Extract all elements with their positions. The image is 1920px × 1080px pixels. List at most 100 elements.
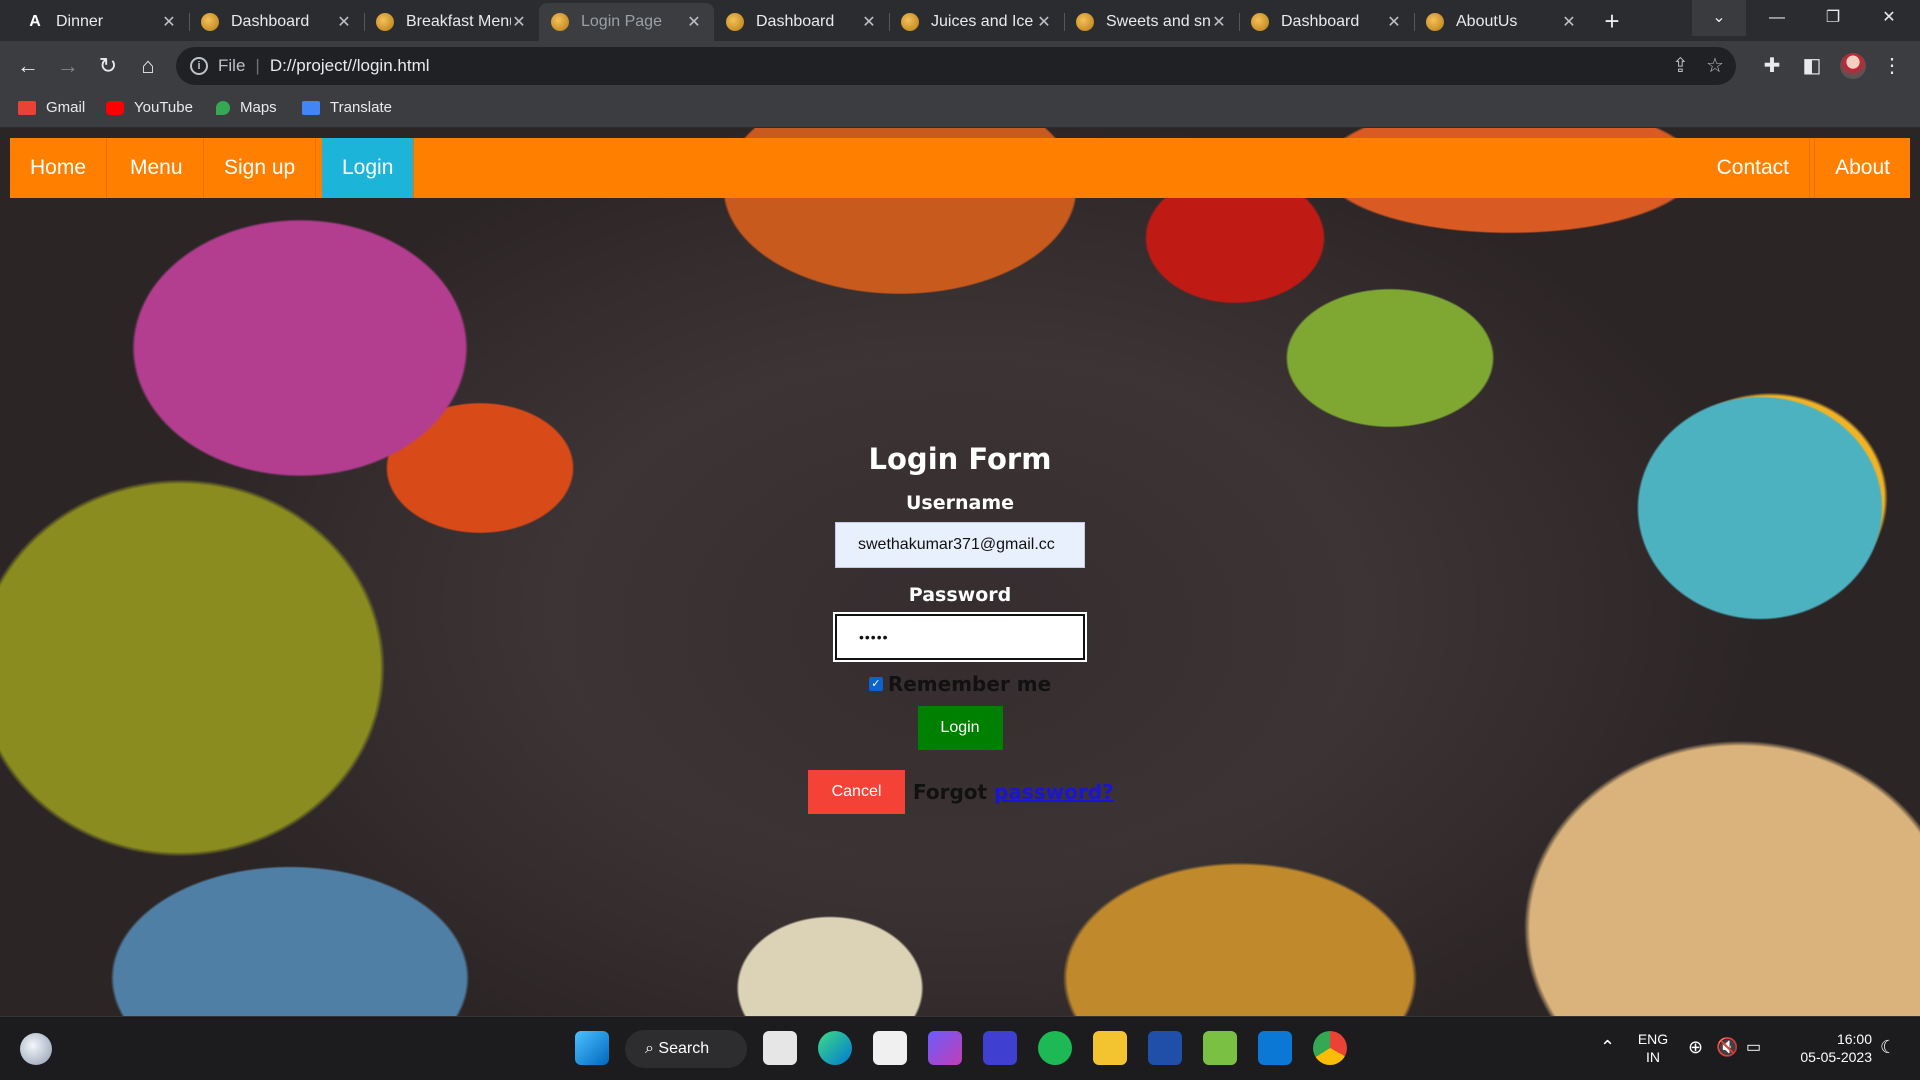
- tab-dashboard[interactable]: Dashboard ✕: [1239, 3, 1414, 41]
- home-icon[interactable]: ⌂: [132, 50, 164, 82]
- translate-icon: [302, 100, 320, 115]
- reload-icon[interactable]: ↻: [92, 50, 124, 82]
- bookmark-translate[interactable]: Translate: [302, 99, 392, 116]
- tab-dinner[interactable]: A Dinner ✕: [14, 3, 189, 41]
- task-view-icon[interactable]: [763, 1031, 797, 1065]
- close-window-button[interactable]: ✕: [1862, 0, 1916, 36]
- spotify-icon[interactable]: [1038, 1031, 1072, 1065]
- bookmark-star-icon[interactable]: ☆: [1706, 53, 1724, 78]
- tab-title: AboutUs: [1456, 13, 1518, 30]
- forgot-password-link[interactable]: password?: [994, 780, 1114, 804]
- close-icon[interactable]: ✕: [511, 12, 527, 32]
- close-icon[interactable]: ✕: [1211, 12, 1227, 32]
- copilot-icon[interactable]: [928, 1031, 962, 1065]
- close-icon[interactable]: ✕: [161, 12, 177, 32]
- network-icon[interactable]: ⊕: [1688, 1037, 1703, 1058]
- tab-login-page[interactable]: Login Page ✕: [539, 3, 714, 41]
- nav-menu[interactable]: Menu: [110, 138, 204, 198]
- close-icon[interactable]: ✕: [1561, 12, 1577, 32]
- tab-search-button[interactable]: ⌄: [1692, 0, 1746, 36]
- tab-title: Breakfast Menu: [406, 13, 511, 30]
- login-button[interactable]: Login: [917, 706, 1003, 750]
- battery-icon[interactable]: ▭: [1746, 1037, 1761, 1057]
- gmail-icon: [18, 100, 36, 115]
- notification-icon[interactable]: ☾: [1880, 1037, 1896, 1058]
- notes-app-icon[interactable]: [983, 1031, 1017, 1065]
- profile-avatar[interactable]: [1840, 53, 1866, 79]
- nav-contact[interactable]: Contact: [1697, 138, 1810, 198]
- chevron-up-icon[interactable]: ⌃: [1600, 1037, 1615, 1058]
- nav-login[interactable]: Login: [322, 138, 415, 198]
- file-explorer-icon[interactable]: [1093, 1031, 1127, 1065]
- browser-toolbar: ← → ↻ ⌂ i File | D://project//login.html…: [0, 41, 1920, 91]
- login-form: Login Form Username Password ✓ Remember …: [760, 428, 1160, 814]
- clock[interactable]: 16:00 05-05-2023: [1784, 1030, 1872, 1066]
- tab-breakfast-menu[interactable]: Breakfast Menu ✕: [364, 3, 539, 41]
- close-icon[interactable]: ✕: [686, 12, 702, 32]
- store-icon[interactable]: [873, 1031, 907, 1065]
- form-title: Login Form: [868, 442, 1052, 476]
- address-divider: |: [255, 56, 260, 75]
- close-icon[interactable]: ✕: [1386, 12, 1402, 32]
- side-panel-icon[interactable]: ◧: [1796, 50, 1828, 82]
- windows-start-icon[interactable]: [575, 1031, 609, 1065]
- address-url: D://project//login.html: [269, 56, 430, 75]
- chrome-icon[interactable]: [1313, 1031, 1347, 1065]
- close-icon[interactable]: ✕: [336, 12, 352, 32]
- windows-taskbar: ⌕ Search ⌃ ENG IN ⊕ 🔇 ▭ 16:00 05-05-2023…: [0, 1016, 1920, 1080]
- tab-dashboard[interactable]: Dashboard ✕: [189, 3, 364, 41]
- tab-title: Juices and Ice: [931, 13, 1034, 30]
- bookmark-maps[interactable]: Maps: [216, 99, 277, 116]
- back-icon[interactable]: ←: [12, 50, 44, 82]
- remember-checkbox[interactable]: ✓: [868, 677, 883, 691]
- edge-icon[interactable]: [818, 1031, 852, 1065]
- minimize-button[interactable]: —: [1750, 0, 1804, 36]
- site-icon: [901, 13, 919, 31]
- restore-button[interactable]: ❐: [1806, 0, 1860, 36]
- info-icon[interactable]: i: [190, 57, 208, 75]
- volume-muted-icon[interactable]: 🔇: [1716, 1037, 1738, 1058]
- close-icon[interactable]: ✕: [1036, 12, 1052, 32]
- tab-strip: A Dinner ✕ Dashboard ✕ Breakfast Menu ✕ …: [0, 0, 1920, 41]
- tab-title: Login Page: [581, 13, 662, 30]
- bookmarks-bar: Gmail YouTube Maps Translate: [0, 91, 1920, 128]
- password-input[interactable]: [833, 612, 1087, 662]
- weather-icon[interactable]: [20, 1033, 52, 1065]
- nav-sign-up[interactable]: Sign up: [204, 138, 317, 198]
- address-bar[interactable]: i File | D://project//login.html ⇪ ☆: [176, 47, 1736, 85]
- taskbar-search[interactable]: ⌕ Search: [625, 1030, 747, 1068]
- bookmark-gmail[interactable]: Gmail: [18, 99, 85, 116]
- username-input[interactable]: [835, 522, 1085, 568]
- tab-sweets[interactable]: Sweets and sn ✕: [1064, 3, 1239, 41]
- nav-home[interactable]: Home: [10, 138, 108, 198]
- forward-icon[interactable]: →: [52, 50, 84, 82]
- tab-juices[interactable]: Juices and Ice ✕: [889, 3, 1064, 41]
- remember-label: Remember me: [887, 672, 1052, 696]
- tab-aboutus[interactable]: AboutUs ✕: [1414, 3, 1589, 41]
- image-editor-icon[interactable]: [1203, 1031, 1237, 1065]
- a-letter-icon: A: [29, 13, 41, 30]
- tab-dashboard[interactable]: Dashboard ✕: [714, 3, 889, 41]
- clock-date: 05-05-2023: [1800, 1049, 1872, 1065]
- vscode-icon[interactable]: [1258, 1031, 1292, 1065]
- new-tab-button[interactable]: +: [1597, 7, 1627, 37]
- site-icon: [726, 13, 744, 31]
- nav-about[interactable]: About: [1814, 138, 1910, 198]
- site-icon: [1076, 13, 1094, 31]
- forgot-prefix: Forgot: [913, 780, 988, 804]
- share-icon[interactable]: ⇪: [1672, 53, 1689, 78]
- page-viewport: Home Menu Sign up Login Contact About Lo…: [0, 128, 1920, 1016]
- cancel-button[interactable]: Cancel: [808, 770, 905, 814]
- bookmark-label: Gmail: [46, 99, 86, 116]
- bookmark-youtube[interactable]: YouTube: [106, 99, 193, 116]
- youtube-icon: [106, 100, 124, 115]
- bookmark-label: YouTube: [134, 99, 193, 116]
- language-indicator[interactable]: ENG IN: [1636, 1030, 1670, 1066]
- menu-kebab-icon[interactable]: ⋮: [1876, 50, 1908, 82]
- tab-title: Dinner: [56, 13, 104, 30]
- extensions-icon[interactable]: ✚: [1756, 50, 1788, 82]
- word-icon[interactable]: [1148, 1031, 1182, 1065]
- form-actions: Cancel Forgot password?: [760, 770, 1160, 814]
- close-icon[interactable]: ✕: [861, 12, 877, 32]
- site-navbar: Home Menu Sign up Login Contact About: [10, 138, 1910, 198]
